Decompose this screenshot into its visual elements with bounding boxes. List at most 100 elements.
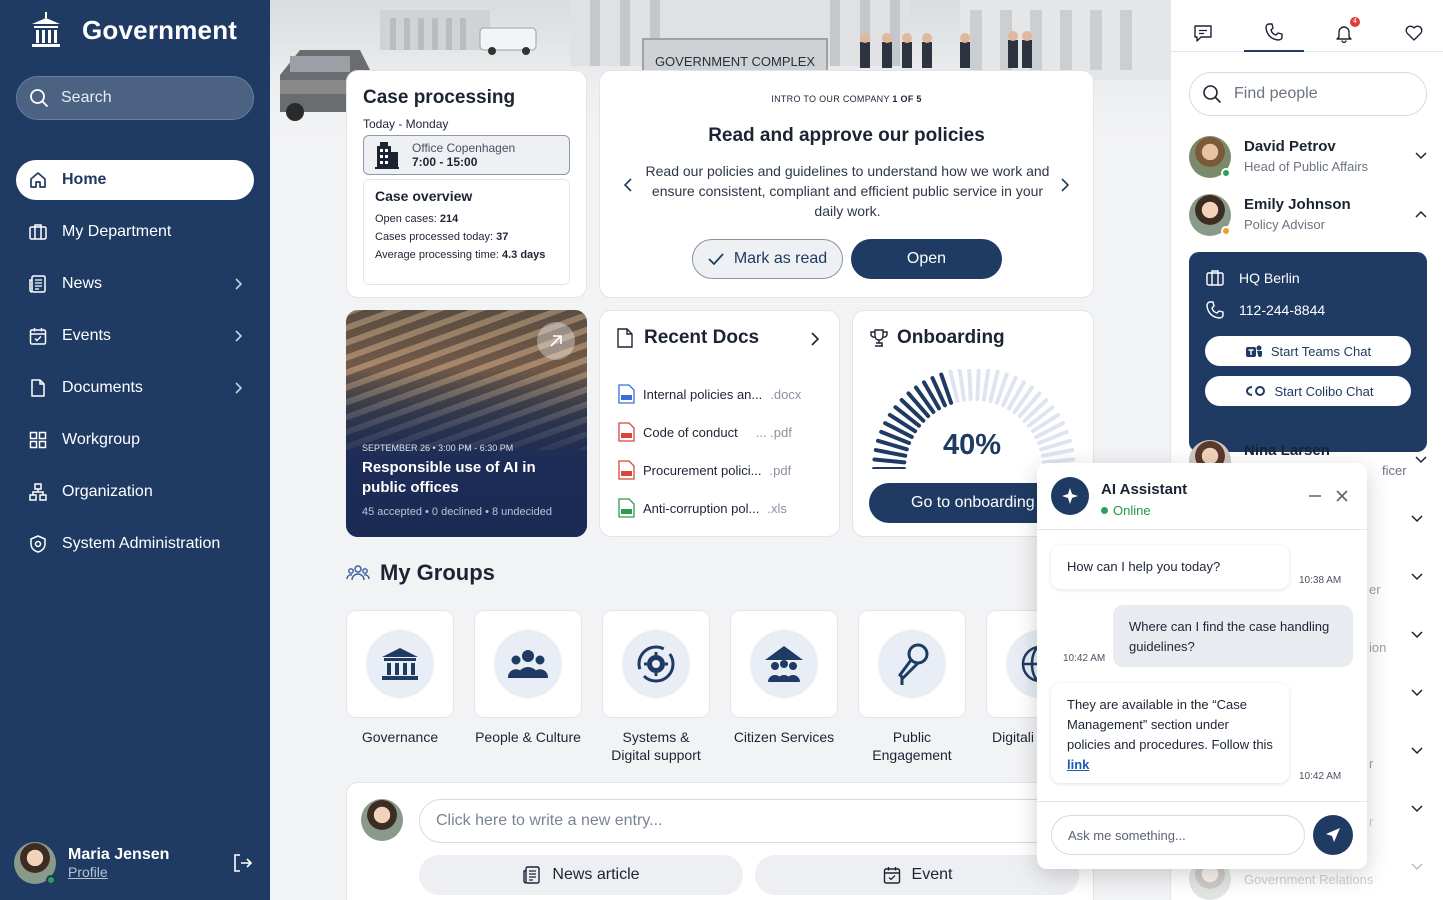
office-selector[interactable]: Office Copenhagen 7:00 - 15:00	[363, 135, 570, 175]
contact-phone-text: 112-244-8844	[1239, 302, 1326, 318]
search-icon	[29, 88, 49, 108]
org-chart-icon	[28, 482, 48, 502]
send-button[interactable]	[1313, 815, 1353, 855]
tab-notifications[interactable]	[1314, 14, 1374, 52]
chevron-down-icon[interactable]	[1409, 569, 1425, 585]
brand[interactable]: Government	[28, 10, 237, 50]
chevron-up-icon[interactable]	[1413, 206, 1429, 222]
doc-extension: .pdf	[769, 462, 792, 478]
doc-item[interactable]: Internal policies an... .docx	[618, 384, 801, 404]
start-colibo-chat-label: Start Colibo Chat	[1274, 383, 1374, 399]
nav-news[interactable]: News	[16, 264, 254, 304]
doc-item[interactable]: Anti-corruption pol... .xls	[618, 498, 787, 518]
group-people-culture[interactable]: People & Culture	[474, 610, 582, 746]
nav-documents[interactable]: Documents	[16, 368, 254, 408]
open-cases-row: Open cases: 214	[375, 210, 558, 228]
nav-my-department[interactable]: My Department	[16, 212, 254, 252]
doc-extension: .docx	[770, 386, 802, 402]
person-role: ficer	[1382, 463, 1407, 478]
start-colibo-chat-button[interactable]: Start Colibo Chat	[1205, 376, 1411, 406]
chevron-right-icon[interactable]	[230, 328, 246, 344]
nav-events[interactable]: Events	[16, 316, 254, 356]
policy-card: INTRO TO OUR COMPANY 1 OF 5 Read and app…	[599, 70, 1094, 298]
doc-item[interactable]: Code of conduct ... .pdf	[618, 422, 792, 442]
search-placeholder: Search	[61, 89, 112, 106]
chevron-right-icon[interactable]	[230, 276, 246, 292]
open-policy-button[interactable]: Open	[851, 239, 1002, 279]
event-button[interactable]: Event	[755, 855, 1079, 895]
group-name: Governance	[361, 729, 439, 745]
nav-organization[interactable]: Organization	[16, 472, 254, 512]
avatar[interactable]	[14, 842, 56, 885]
case-processing-card: Case processing Today - Monday Office Co…	[346, 70, 587, 298]
online-status-dot	[1101, 507, 1108, 514]
pdf-doc-icon	[618, 422, 635, 442]
ai-assistant-header: AI Assistant Online	[1037, 463, 1367, 530]
ai-assistant-title: AI Assistant	[1101, 481, 1188, 498]
person-emily-johnson[interactable]: Emily Johnson Policy Advisor	[1189, 194, 1429, 244]
gauge-tick	[948, 369, 960, 403]
nav-home[interactable]: Home	[16, 160, 254, 200]
news-article-button[interactable]: News article	[419, 855, 743, 895]
tab-favorites[interactable]	[1384, 14, 1443, 52]
globe-icon	[1020, 644, 1038, 684]
nav-my-department-label: My Department	[62, 223, 172, 240]
close-icon[interactable]	[1335, 489, 1349, 503]
chevron-down-icon[interactable]	[1413, 148, 1429, 164]
office-icon	[1205, 268, 1225, 288]
start-teams-chat-button[interactable]: Start Teams Chat	[1205, 336, 1411, 366]
chevron-left-icon[interactable]	[622, 177, 636, 193]
right-panel-tabs: 4	[1171, 0, 1443, 52]
chevron-right-icon[interactable]	[230, 380, 246, 396]
chevron-down-icon[interactable]	[1409, 511, 1425, 527]
group-citizen-services[interactable]: Citizen Services	[730, 610, 838, 746]
nav-system-administration-label: System Administration	[62, 535, 221, 552]
search-input[interactable]: Search	[16, 76, 254, 120]
logout-icon[interactable]	[232, 853, 254, 873]
news-icon	[28, 274, 48, 294]
person-name: Emily Johnson	[1244, 196, 1351, 213]
chevron-down-icon[interactable]	[1413, 452, 1429, 468]
new-entry-input[interactable]: Click here to write a new entry...	[419, 799, 1079, 843]
calendar-icon	[882, 865, 902, 885]
person-role-fragment: er	[1369, 582, 1381, 597]
mark-as-read-button[interactable]: Mark as read	[692, 239, 843, 279]
nav-system-administration[interactable]: System Administration	[16, 524, 254, 564]
policy-title: Read and approve our policies	[708, 125, 985, 146]
chevron-right-icon[interactable]	[1057, 177, 1071, 193]
chevron-down-icon[interactable]	[1409, 801, 1425, 817]
message-timestamp: 10:42 AM	[1299, 771, 1342, 782]
ai-assistant-window: AI Assistant Online How can I help you t…	[1037, 463, 1367, 869]
person-david-petrov[interactable]: David Petrov Head of Public Affairs	[1189, 136, 1429, 186]
nav-workgroup[interactable]: Workgroup	[16, 420, 254, 460]
person-name: David Petrov	[1244, 138, 1336, 155]
group-systems-digital-support[interactable]: Systems & Digital support	[602, 610, 710, 764]
open-external-icon[interactable]	[537, 322, 575, 360]
group-governance[interactable]: Governance	[346, 610, 454, 746]
chevron-right-icon[interactable]	[807, 331, 821, 347]
groups-icon	[346, 564, 370, 582]
chevron-down-icon[interactable]	[1409, 859, 1425, 875]
guidelines-link[interactable]: link	[1067, 757, 1089, 772]
find-people-input[interactable]: Find people	[1189, 72, 1427, 116]
news-icon	[522, 865, 542, 885]
pdf-doc-icon	[618, 460, 635, 480]
chevron-down-icon[interactable]	[1409, 743, 1425, 759]
processed-label: Cases processed today:	[375, 231, 497, 243]
recent-docs-card: Recent Docs Internal policies an... .docx…	[599, 310, 840, 537]
contact-phone[interactable]: 112-244-8844	[1205, 300, 1325, 320]
group-digitalisation[interactable]: Digitali	[986, 610, 1038, 746]
ai-sparkle-icon	[1051, 477, 1089, 515]
doc-item[interactable]: Procurement polici... .pdf	[618, 460, 791, 480]
my-groups-header: My Groups	[346, 560, 495, 586]
brand-name: Government	[82, 14, 238, 45]
ai-message-input[interactable]: Ask me something...	[1051, 815, 1305, 855]
group-public-engagement[interactable]: Public Engagement	[858, 610, 966, 764]
tab-chat[interactable]	[1173, 14, 1233, 52]
chevron-down-icon[interactable]	[1409, 685, 1425, 701]
tab-calls[interactable]	[1244, 14, 1304, 52]
chevron-down-icon[interactable]	[1409, 627, 1425, 643]
minimize-icon[interactable]	[1307, 488, 1323, 504]
profile-link[interactable]: Profile	[68, 864, 169, 880]
event-card[interactable]: SEPTEMBER 26 • 3:00 PM - 6:30 PM Respons…	[346, 310, 587, 537]
